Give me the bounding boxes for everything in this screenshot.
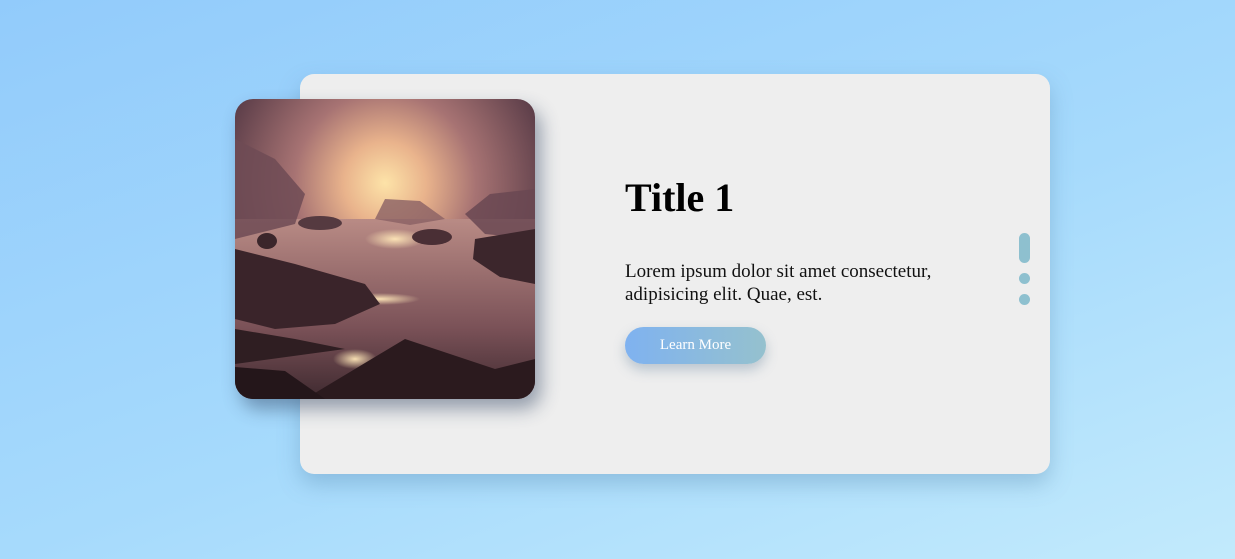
slide-title: Title 1 <box>625 175 735 220</box>
learn-more-button[interactable]: Learn More <box>625 327 766 364</box>
pagination-dot-3[interactable] <box>1019 294 1030 305</box>
pagination-dot-1[interactable] <box>1019 233 1030 263</box>
slide-description: Lorem ipsum dolor sit amet consectetur, … <box>625 261 932 305</box>
pagination-dot-2[interactable] <box>1019 273 1030 284</box>
slide-image <box>235 99 535 399</box>
slider-pagination <box>1019 233 1030 315</box>
